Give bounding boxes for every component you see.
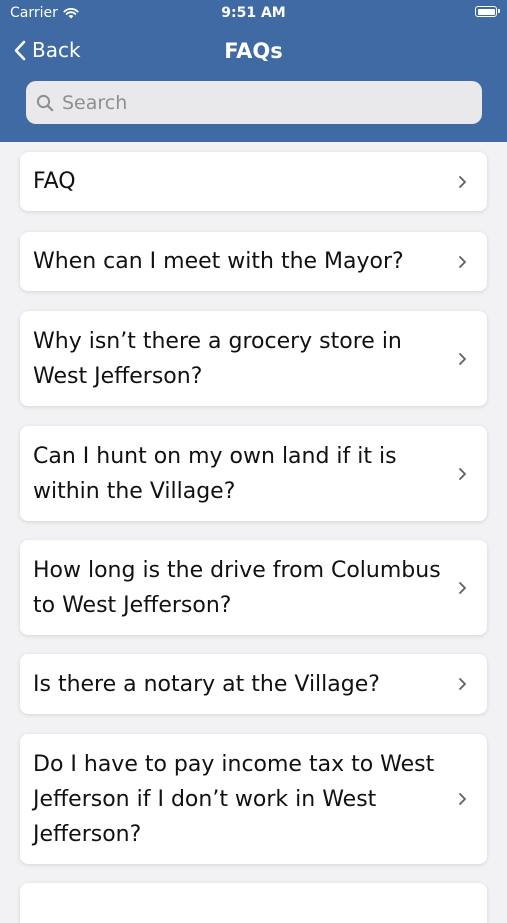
faq-item-notary[interactable]: Is there a notary at the Village? <box>20 654 487 714</box>
faq-item-income-tax[interactable]: Do I have to pay income tax to West Jeff… <box>20 734 487 864</box>
faq-item-label: When can I meet with the Mayor? <box>33 249 404 274</box>
page-title: FAQs <box>224 39 283 63</box>
chevron-right-icon <box>459 352 466 365</box>
faq-item-label: FAQ <box>33 169 76 194</box>
faq-item-grocery-store[interactable]: Why isn’t there a grocery store in West … <box>20 311 487 406</box>
faq-item-faq[interactable]: FAQ <box>20 152 487 211</box>
faq-item-hunting[interactable]: Can I hunt on my own land if it is withi… <box>20 426 487 521</box>
faq-item-label: Why isn’t there a grocery store in West … <box>33 328 402 389</box>
chevron-right-icon <box>459 255 466 268</box>
search-bar[interactable] <box>26 81 482 124</box>
faq-item-label: Can I hunt on my own land if it is withi… <box>33 443 397 504</box>
faq-item-partial[interactable] <box>20 883 487 923</box>
chevron-right-icon <box>459 581 466 594</box>
status-time: 9:51 AM <box>221 5 286 21</box>
faq-item-drive-time[interactable]: How long is the drive from Columbus to W… <box>20 540 487 635</box>
search-icon <box>36 94 54 111</box>
chevron-right-icon <box>459 678 466 690</box>
chevron-right-icon <box>459 793 466 805</box>
faq-item-meet-mayor[interactable]: When can I meet with the Mayor? <box>20 232 487 291</box>
faq-item-label: Do I have to pay income tax to West Jeff… <box>33 751 435 847</box>
battery-icon <box>475 6 500 17</box>
nav-bar: Back FAQs <box>0 28 507 76</box>
header: Carrier 9:51 AM Back FAQs <box>0 0 507 142</box>
status-bar: Carrier 9:51 AM <box>0 0 507 28</box>
chevron-right-icon <box>459 467 466 480</box>
faq-item-label: Is there a notary at the Village? <box>33 671 380 697</box>
faq-item-label: How long is the drive from Columbus to W… <box>33 557 441 618</box>
chevron-right-icon <box>459 175 466 188</box>
search-input[interactable] <box>60 90 464 115</box>
